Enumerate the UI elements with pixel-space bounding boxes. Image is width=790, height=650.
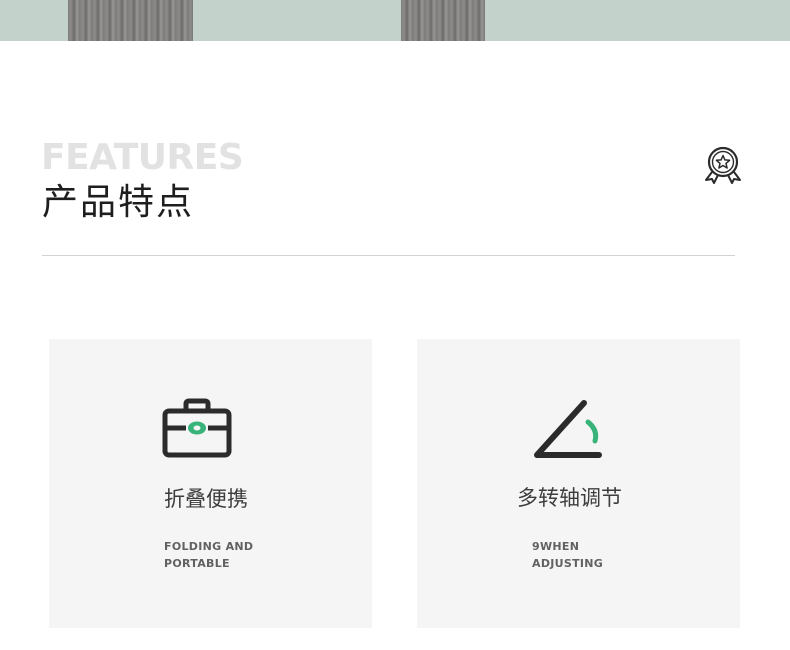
feature-subtitle-line: PORTABLE [164,557,230,570]
product-leg-left [68,0,193,41]
angle-icon [534,400,602,458]
section-divider [42,255,735,256]
feature-subtitle: 9WHEN ADJUSTING [532,538,603,572]
feature-subtitle: FOLDING AND PORTABLE [164,538,253,572]
product-leg-right [401,0,485,41]
feature-subtitle-line: FOLDING AND [164,540,254,553]
features-heading-cn: 产品特点 [42,182,195,223]
features-heading-en: FEATURES [41,137,244,178]
top-product-photo [0,0,790,41]
feature-subtitle-line: 9WHEN [532,540,580,553]
feature-card-adjusting: 多转轴调节 9WHEN ADJUSTING [417,339,740,628]
award-star-icon [705,146,741,184]
feature-title: 多转轴调节 [517,486,622,510]
briefcase-icon [162,398,232,458]
feature-subtitle-line: ADJUSTING [532,557,604,570]
feature-card-folding: 折叠便携 FOLDING AND PORTABLE [49,339,372,628]
feature-title: 折叠便携 [164,487,248,511]
